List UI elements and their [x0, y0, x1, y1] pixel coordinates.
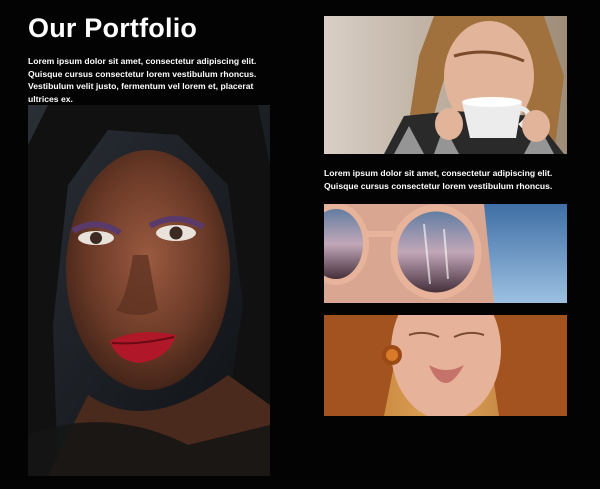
redhead-illustration	[324, 315, 567, 416]
coffee-illustration	[324, 16, 567, 154]
portfolio-image-coffee[interactable]	[324, 16, 567, 154]
page-title: Our Portfolio	[28, 13, 198, 43]
portfolio-page: Our Portfolio Lorem ipsum dolor sit amet…	[0, 0, 600, 489]
portfolio-image-redhead[interactable]	[324, 315, 567, 416]
portrait-illustration	[28, 105, 270, 476]
coffee-caption: Lorem ipsum dolor sit amet, consectetur …	[324, 168, 553, 191]
sunglasses-illustration	[324, 204, 567, 303]
intro-paragraph: Lorem ipsum dolor sit amet, consectetur …	[28, 56, 257, 104]
portfolio-image-portrait[interactable]	[28, 105, 270, 476]
portfolio-image-sunglasses[interactable]	[324, 204, 567, 303]
